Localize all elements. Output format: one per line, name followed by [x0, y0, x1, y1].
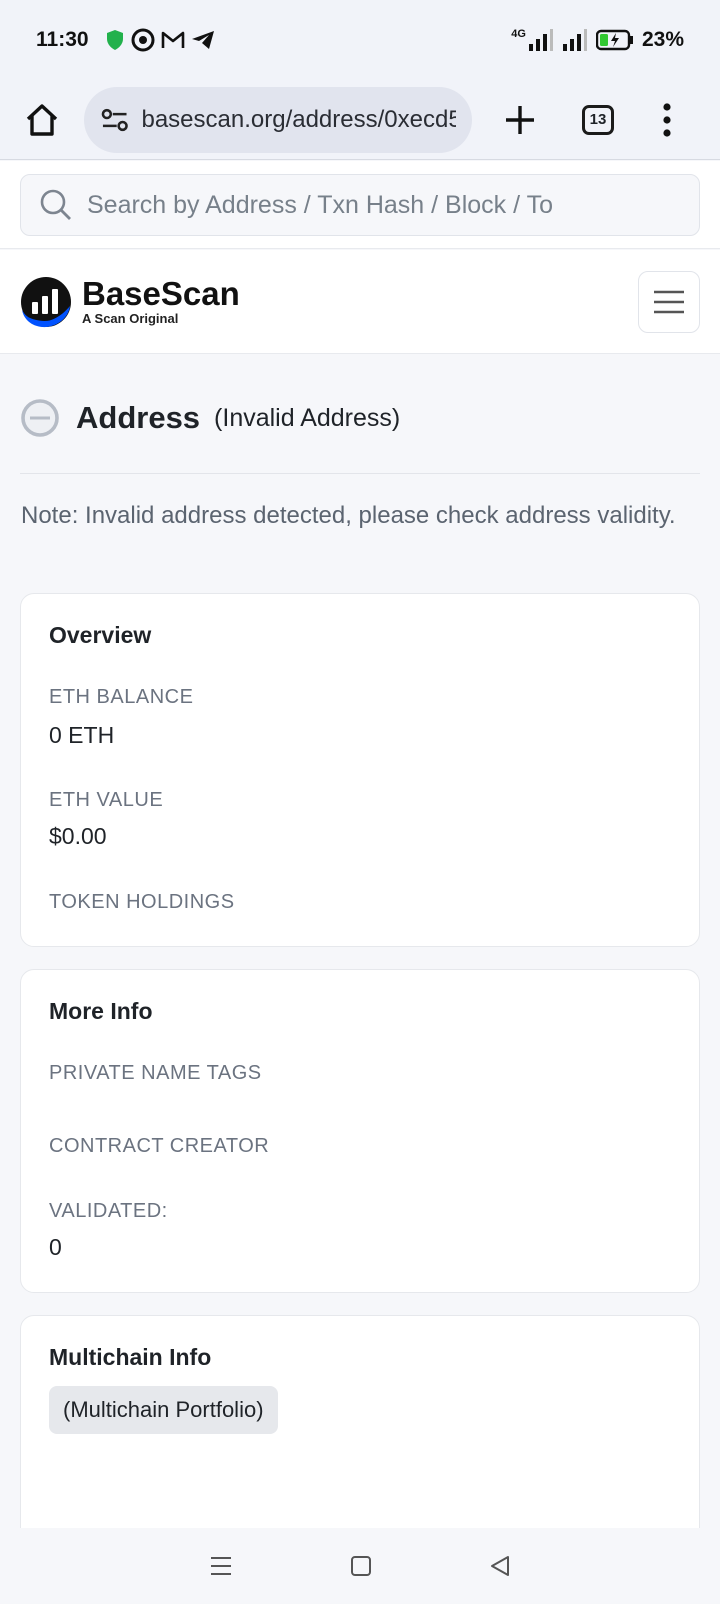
hamburger-icon: [654, 290, 684, 313]
network-label: 4G: [511, 28, 526, 40]
tab-switcher-button[interactable]: 13: [582, 104, 614, 135]
private-name-tags-label: PRIVATE NAME TAGS: [49, 1062, 262, 1084]
validated-label: VALIDATED:: [49, 1200, 168, 1222]
battery-percent: 23%: [641, 28, 684, 51]
new-tab-button[interactable]: [498, 98, 542, 142]
search-icon: [40, 189, 71, 220]
url-bar[interactable]: basescan.org/address/0xecd5: [84, 86, 472, 153]
shield-icon: [106, 30, 123, 50]
status-bar: 11:30 4G 23%: [0, 0, 720, 80]
search-strip: [0, 161, 720, 249]
token-holdings-label: TOKEN HOLDINGS: [49, 891, 235, 913]
basescan-logo[interactable]: BaseScan A Scan Original: [20, 276, 240, 328]
title-divider: [20, 473, 700, 474]
invalid-address-note: Note: Invalid address detected, please c…: [21, 502, 676, 529]
validated-value: 0: [49, 1234, 62, 1260]
more-info-card: More Info PRIVATE NAME TAGS CONTRACT CRE…: [20, 969, 700, 1293]
record-icon: [131, 28, 155, 52]
site-header: BaseScan A Scan Original: [0, 250, 720, 354]
signal-icon-secondary: [562, 29, 587, 51]
page-title-row: Address (Invalid Address): [20, 388, 700, 448]
status-time: 11:30: [36, 28, 89, 51]
url-text[interactable]: basescan.org/address/0xecd5: [141, 106, 456, 134]
recents-icon[interactable]: [209, 1555, 233, 1577]
hamburger-menu-button[interactable]: [638, 270, 700, 333]
overview-heading: Overview: [49, 622, 152, 648]
battery-icon: [595, 29, 633, 51]
multichain-heading: Multichain Info: [49, 1344, 212, 1370]
basescan-logo-icon: [21, 276, 71, 327]
more-info-heading: More Info: [49, 998, 153, 1024]
browser-toolbar: basescan.org/address/0xecd5 13: [0, 80, 720, 160]
brand-name: BaseScan: [82, 275, 240, 312]
eth-value-value: $0.00: [49, 823, 107, 849]
multichain-portfolio-button[interactable]: (Multichain Portfolio): [49, 1386, 278, 1434]
page-subtitle: (Invalid Address): [214, 403, 401, 432]
home-button[interactable]: [20, 98, 64, 142]
overview-card: Overview ETH BALANCE 0 ETH ETH VALUE $0.…: [20, 593, 700, 947]
gmail-icon: [161, 31, 184, 48]
telegram-icon: [191, 31, 214, 49]
eth-balance-value: 0 ETH: [49, 722, 115, 748]
notification-icons: [105, 28, 215, 52]
signal-icon: [528, 29, 553, 51]
browser-menu-button[interactable]: [662, 102, 672, 137]
back-icon[interactable]: [489, 1555, 511, 1577]
more-vert-icon: [663, 102, 671, 137]
home-icon: [26, 103, 58, 136]
contract-creator-label: CONTRACT CREATOR: [49, 1135, 270, 1157]
search-box[interactable]: [20, 174, 700, 236]
page-title: Address: [76, 400, 201, 435]
status-right: 4G 23%: [511, 28, 684, 52]
eth-value-label: ETH VALUE: [49, 789, 164, 811]
site-settings-icon[interactable]: [100, 107, 129, 133]
tab-count: 13: [582, 104, 614, 135]
plus-icon: [506, 105, 534, 134]
invalid-address-icon: [21, 399, 59, 437]
brand-tagline: A Scan Original: [82, 311, 179, 326]
eth-balance-label: ETH BALANCE: [49, 686, 194, 708]
system-nav-bar: [0, 1528, 720, 1604]
home-nav-icon[interactable]: [350, 1555, 372, 1577]
search-input[interactable]: [87, 190, 667, 220]
